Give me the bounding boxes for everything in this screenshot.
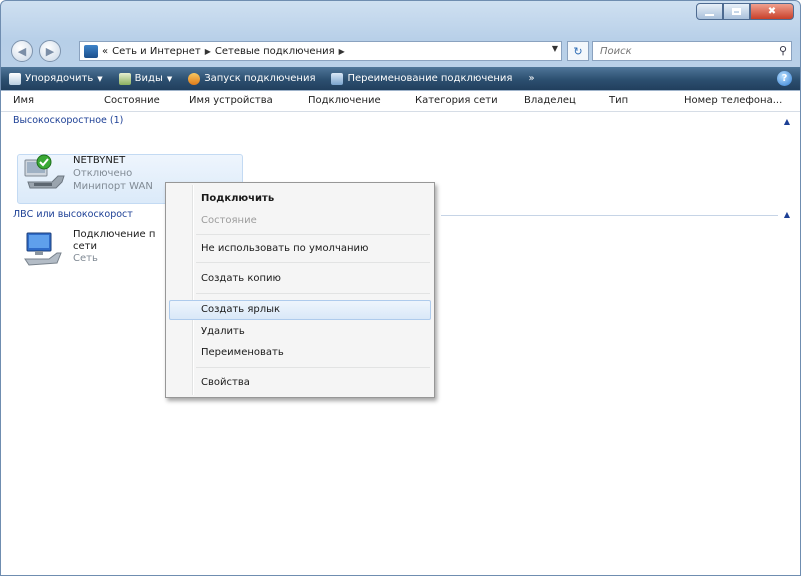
column-headers: Имя Состояние Имя устройства Подключение… [1, 91, 800, 112]
back-icon: ◀ [17, 44, 27, 58]
address-dropdown-icon[interactable]: ▼ [552, 44, 558, 53]
breadcrumb-overflow[interactable]: « [102, 46, 108, 57]
collapse-icon[interactable]: ▲ [784, 210, 790, 219]
menu-item-properties[interactable]: Свойства [201, 377, 250, 388]
explorer-window: ✖ ◀ ▶ « Сеть и Интернет ▶ Сетевые подклю… [0, 0, 801, 576]
menu-item-rename[interactable]: Переименовать [201, 347, 284, 358]
item-status-netbynet: Отключено [73, 168, 133, 179]
organize-menu-button[interactable]: Упорядочить ▼ [1, 67, 111, 90]
menu-separator [196, 367, 430, 368]
address-row: ◀ ▶ « Сеть и Интернет ▶ Сетевые подключе… [1, 37, 800, 65]
list-item-lan[interactable] [17, 226, 165, 274]
rename-icon [331, 72, 344, 85]
breadcrumb-network-internet[interactable]: Сеть и Интернет [112, 46, 201, 57]
breadcrumb-separator-icon[interactable]: ▶ [339, 47, 345, 56]
refresh-button[interactable]: ↻ [567, 41, 589, 61]
more-icon: » [528, 73, 535, 84]
menu-item-not-default[interactable]: Не использовать по умолчанию [201, 243, 368, 254]
menu-separator [196, 262, 430, 263]
breadcrumb-network-connections[interactable]: Сетевые подключения [215, 46, 335, 57]
column-header-type[interactable]: Тип [609, 95, 628, 106]
forward-button[interactable]: ▶ [39, 40, 61, 62]
group-header-lan[interactable]: ЛВС или высокоскорост [13, 209, 133, 220]
chevron-down-icon: ▼ [166, 74, 173, 83]
maximize-icon [732, 8, 741, 15]
organize-icon [9, 72, 21, 85]
column-header-name[interactable]: Имя [13, 95, 34, 106]
minimize-icon [705, 13, 714, 16]
back-button[interactable]: ◀ [11, 40, 33, 62]
column-header-category[interactable]: Категория сети [415, 95, 498, 106]
refresh-icon: ↻ [573, 44, 583, 58]
maximize-button[interactable] [723, 3, 750, 20]
menu-item-create-copy[interactable]: Создать копию [201, 273, 281, 284]
search-input[interactable] [598, 44, 762, 58]
menu-item-create-shortcut[interactable]: Создать ярлык [201, 304, 280, 315]
search-icon[interactable]: ⚲ [779, 44, 787, 57]
start-connection-label: Запуск подключения [204, 73, 316, 84]
wan-connection-icon [24, 154, 65, 189]
collapse-icon[interactable]: ▲ [784, 117, 790, 126]
close-button[interactable]: ✖ [750, 3, 794, 20]
more-commands-button[interactable]: » [520, 67, 542, 90]
rename-connection-label: Переименование подключения [347, 73, 513, 84]
group-divider [441, 215, 778, 216]
help-icon: ? [781, 73, 788, 84]
address-bar[interactable]: « Сеть и Интернет ▶ Сетевые подключения … [79, 41, 562, 61]
connection-start-icon [188, 72, 201, 85]
minimize-button[interactable] [696, 3, 723, 20]
item-device-netbynet: Минипорт WAN [73, 181, 153, 192]
menu-separator [196, 293, 430, 294]
column-header-owner[interactable]: Владелец [524, 95, 576, 106]
views-label: Виды [134, 73, 163, 84]
close-icon: ✖ [767, 6, 777, 17]
network-folder-icon [84, 44, 98, 58]
rename-connection-button[interactable]: Переименование подключения [323, 67, 520, 90]
command-bar: Упорядочить ▼ Виды ▼ Запуск подключения … [1, 67, 800, 90]
organize-label: Упорядочить [25, 73, 94, 84]
breadcrumb-separator-icon[interactable]: ▶ [205, 47, 211, 56]
caption-buttons: ✖ [696, 3, 794, 20]
views-menu-button[interactable]: Виды ▼ [111, 67, 181, 90]
column-header-connection[interactable]: Подключение [308, 95, 381, 106]
group-header-highspeed[interactable]: Высокоскоростное (1) [13, 115, 123, 126]
chevron-down-icon: ▼ [97, 74, 103, 83]
views-icon [118, 72, 131, 85]
column-header-status[interactable]: Состояние [104, 95, 160, 106]
forward-icon: ▶ [45, 44, 55, 58]
search-box[interactable]: ⚲ [592, 41, 792, 61]
menu-item-delete[interactable]: Удалить [201, 326, 245, 337]
column-header-phone[interactable]: Номер телефона... [684, 95, 782, 106]
column-header-device[interactable]: Имя устройства [189, 95, 273, 106]
title-bar: ✖ [1, 1, 800, 35]
menu-separator [196, 234, 430, 235]
context-menu: Подключить Состояние Не использовать по … [165, 182, 435, 398]
menu-item-connect[interactable]: Подключить [201, 193, 274, 204]
menu-item-status: Состояние [201, 215, 257, 226]
start-connection-button[interactable]: Запуск подключения [180, 67, 323, 90]
help-button[interactable]: ? [777, 71, 792, 86]
item-name-netbynet: NETBYNET [73, 155, 126, 166]
